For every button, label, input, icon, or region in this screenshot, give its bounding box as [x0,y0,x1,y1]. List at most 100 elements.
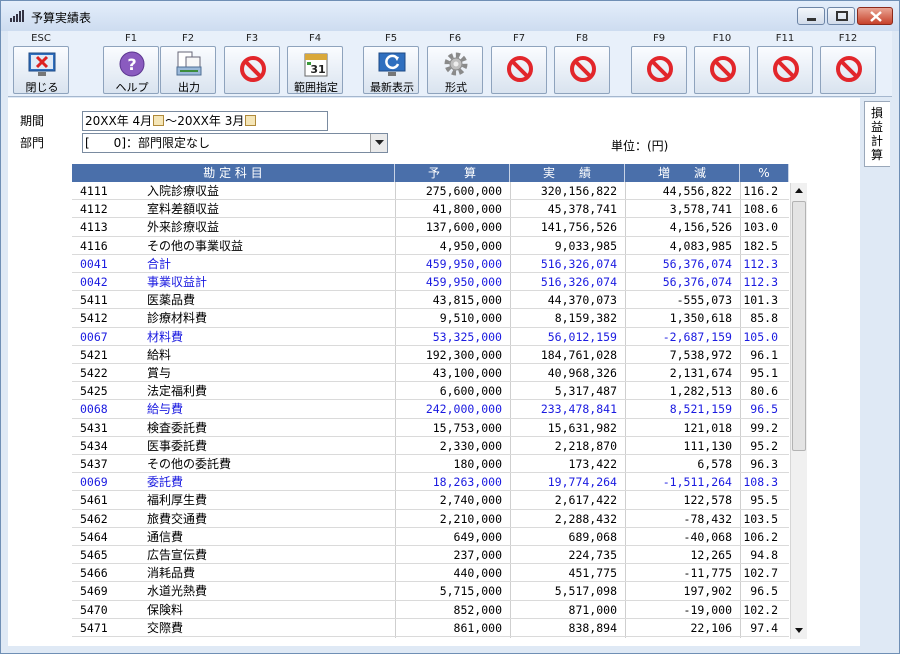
table-row[interactable]: 5465 広告宣伝費 237,000 224,735 12,265 94.8 [72,546,789,565]
refresh-button[interactable]: 最新表示 [363,46,419,94]
period-from-value: 20XX年 4月 [85,114,153,128]
period-label: 期間 [20,114,45,128]
close-window-button[interactable]: 閉じる [13,46,69,94]
actual-value: 5,317,487 [554,384,617,399]
table-row[interactable]: 5469 水道光熱費 5,715,000 5,517,098 197,902 96.5 [72,582,789,601]
account-code: 5469 [80,584,108,599]
percent-value: 116.2 [743,184,778,198]
account-code: 5434 [80,438,108,453]
table-row[interactable]: 4116 その他の事業収益 4,950,000 9,033,985 4,083,985 1… [72,237,789,255]
f8-disabled-button[interactable] [554,46,610,94]
header-budget[interactable]: 予 算 [395,164,510,182]
account-code: 5425 [80,384,108,399]
percent-value: 96.5 [750,402,778,417]
table-row[interactable]: 5470 保険料 852,000 871,000 -19,000 102.2 [72,601,789,619]
budget-value: 5,715,000 [439,584,502,599]
account-name: 給与費 [147,402,184,417]
difference-value: 197,902 [683,584,732,599]
table-row[interactable]: 5421 給料 192,300,000 184,761,028 7,538,972 96.… [72,346,789,364]
difference-value: -78,432 [683,511,732,526]
vertical-scrollbar[interactable] [790,183,807,639]
actual-value: 320,156,822 [540,184,617,198]
scrollbar-thumb[interactable] [792,201,806,451]
unit-label: 単位：(円) [611,139,669,153]
output-button[interactable]: 出力 [160,46,216,94]
period-separator: ～ [165,114,178,128]
help-label: ヘルプ [115,81,149,94]
header-account[interactable]: 勘 定 科 目 [72,164,395,182]
minimize-button[interactable] [797,7,825,25]
table-row[interactable]: 5425 法定福利費 6,600,000 5,317,487 1,282,513 80.6 [72,382,789,401]
table-row[interactable]: 5462 旅費交通費 2,210,000 2,288,432 -78,432 103.5 [72,510,789,528]
percent-value: 112.3 [743,256,778,271]
table-row[interactable]: 5437 その他の委託費 180,000 173,422 6,578 96.3 [72,455,789,474]
calendar-icon[interactable] [245,115,257,126]
table-row[interactable]: 5471 交際費 861,000 838,894 22,106 97.4 [72,619,789,637]
table-row[interactable]: 5464 通信費 649,000 689,068 -40,068 106.2 [72,528,789,546]
table-row[interactable]: 5461 福利厚生費 2,740,000 2,617,422 122,578 95.5 [72,491,789,510]
fkey-f11: F11 [756,31,814,95]
header-actual[interactable]: 実 績 [510,164,625,182]
tab-profit-loss[interactable]: 損益計算 [864,101,890,167]
percent-value: 102.2 [743,602,778,617]
budget-value: 9,510,000 [439,311,502,326]
help-button[interactable]: ? ヘルプ [103,46,159,94]
department-select[interactable]: [ 0]：部門限定なし [82,133,388,153]
subtotal-row[interactable]: 0069 委託費 18,263,000 19,774,264 -1,511,264 108… [72,473,789,492]
department-dropdown-button[interactable] [370,134,387,152]
close-button[interactable] [857,7,893,25]
fkey-f7: F7 [490,31,548,95]
scroll-up-button[interactable] [791,183,807,199]
account-code: 5470 [80,602,108,617]
arrow-down-icon [795,628,803,633]
table-row[interactable]: 4112 室料差額収益 41,800,000 45,378,741 3,578,741 1… [72,200,789,219]
f3-disabled-button[interactable] [224,46,280,94]
account-name: 給料 [147,347,172,362]
actual-value: 141,756,526 [540,220,617,235]
calendar-icon[interactable] [153,115,165,126]
subtotal-row[interactable]: 0067 材料費 53,325,000 56,012,159 -2,687,159 105… [72,328,789,346]
difference-value: 7,538,972 [669,347,732,362]
table-row[interactable]: 5412 診療材料費 9,510,000 8,159,382 1,350,618 85.8 [72,309,789,328]
scroll-down-button[interactable] [791,622,807,638]
difference-value: -11,775 [683,566,732,581]
actual-value: 516,326,074 [540,256,617,271]
f12-disabled-button[interactable] [820,46,876,94]
table-row[interactable]: 5422 賞与 43,100,000 40,968,326 2,131,674 95.1 [72,364,789,383]
fkey-label: F3 [245,33,259,44]
percent-value: 95.5 [750,493,778,508]
table-row[interactable]: 4113 外来診療収益 137,600,000 141,756,526 4,156,52… [72,218,789,237]
subtotal-row[interactable]: 0068 給与費 242,000,000 233,478,841 8,521,159 96… [72,400,789,419]
f9-disabled-button[interactable] [631,46,687,94]
difference-value: -1,511,264 [662,475,732,490]
account-code: 0042 [80,275,108,289]
percent-value: 108.3 [743,475,778,490]
fkey-label: F7 [512,33,526,44]
actual-value: 838,894 [568,620,617,635]
account-code: 4116 [80,238,108,253]
title-bar: 予算実績表 [1,1,899,31]
maximize-button[interactable] [827,7,855,25]
table-row[interactable]: 5431 検査委託費 15,753,000 15,631,982 121,018 99.2 [72,419,789,437]
table-row[interactable]: 5411 医薬品費 43,815,000 44,370,073 -555,073 101.… [72,291,789,310]
fkey-label: F6 [448,33,462,44]
actual-value: 871,000 [568,602,617,617]
f7-disabled-button[interactable] [491,46,547,94]
range-button[interactable]: 31 範囲指定 [287,46,343,94]
account-name: 広告宣伝費 [147,548,208,562]
period-field[interactable]: 20XX年 4月 ～20XX年 3月 [82,111,328,131]
subtotal-row[interactable]: 0041 合計 459,950,000 516,326,074 56,376,074 11… [72,255,789,273]
account-name: 法定福利費 [147,384,208,399]
table-row[interactable]: 4111 入院診療収益 275,600,000 320,156,822 44,556,8… [72,182,789,201]
f10-disabled-button[interactable] [694,46,750,94]
subtotal-row[interactable]: 0042 事業収益計 459,950,000 516,326,074 56,376,07… [72,273,789,292]
table-row[interactable]: 5434 医事委託費 2,330,000 2,218,870 111,130 95.2 [72,437,789,455]
header-percent[interactable]: % [740,164,789,182]
format-button[interactable]: 形式 [427,46,483,94]
fkey-label: F9 [652,33,666,44]
f11-disabled-button[interactable] [757,46,813,94]
fkey-f1: F1 ? ヘルプ [102,31,160,95]
header-difference[interactable]: 増 減 [625,164,740,182]
table-row[interactable]: 5466 消耗品費 440,000 451,775 -11,775 102.7 [72,564,789,583]
difference-value: 56,376,074 [662,275,732,289]
